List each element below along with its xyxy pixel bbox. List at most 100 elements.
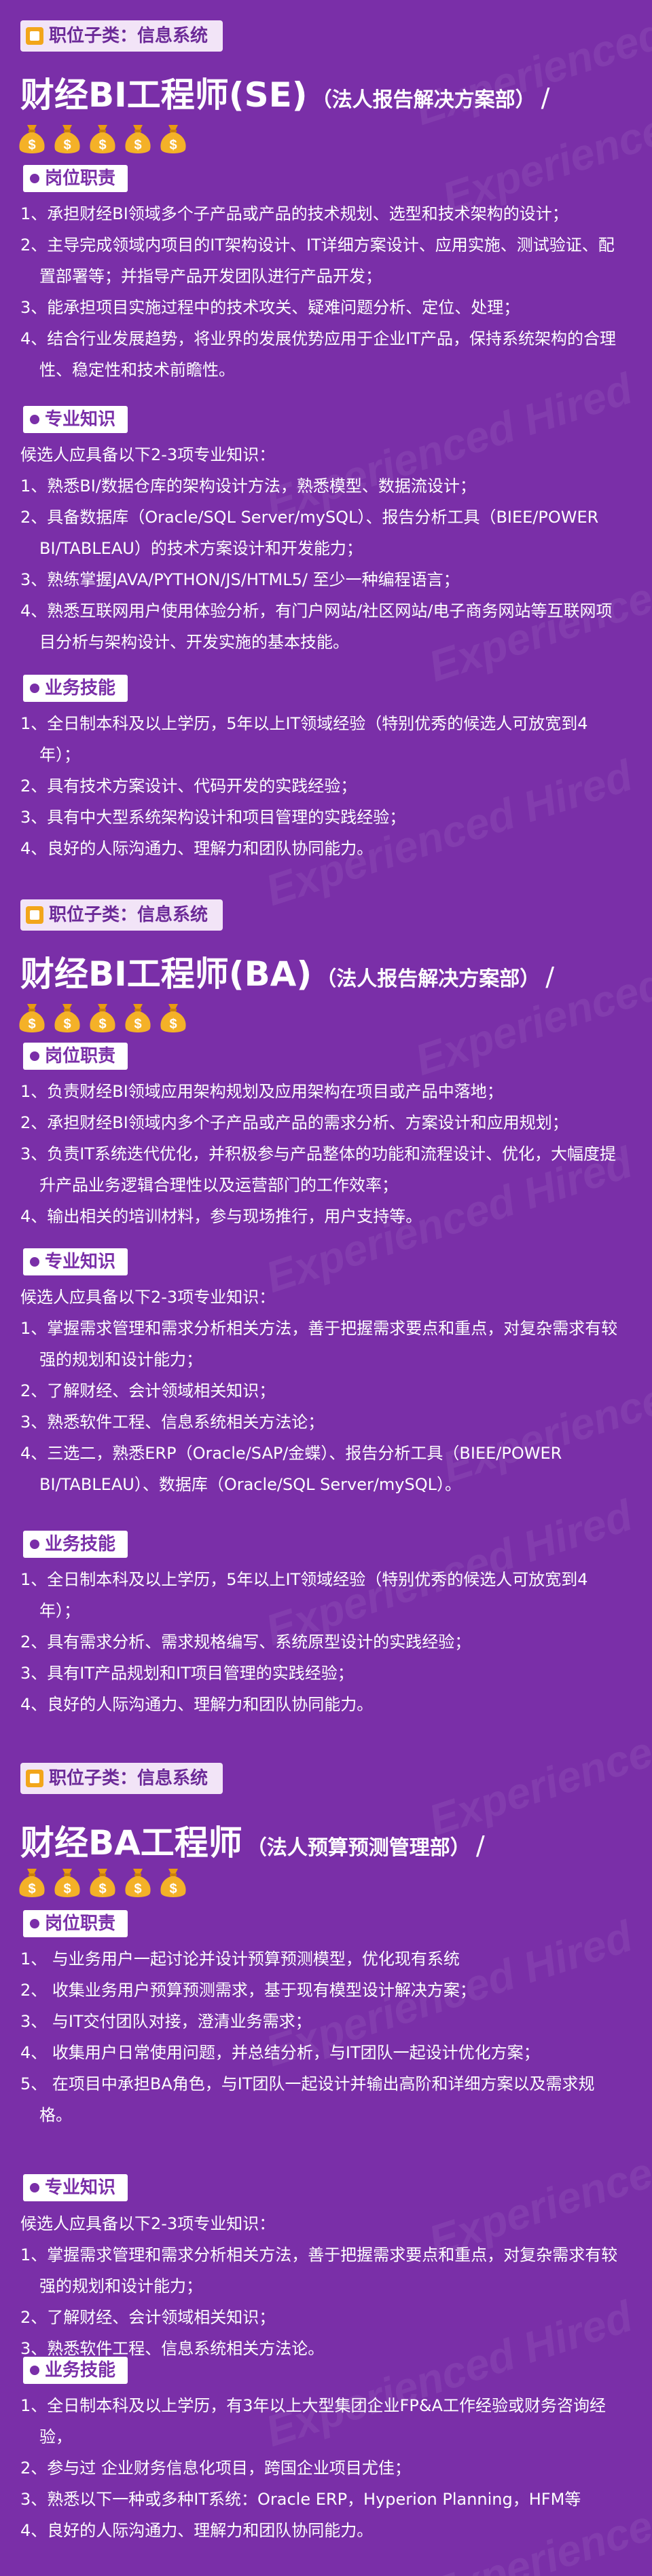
svg-text:$: $ bbox=[63, 1882, 71, 1897]
list-item: 3、熟悉软件工程、信息系统相关方法论； bbox=[20, 1413, 325, 1432]
job-subcategory-label: 职位子类：信息系统 bbox=[49, 905, 209, 925]
svg-text:$: $ bbox=[134, 1017, 141, 1032]
list-item: 3、熟练掌握JAVA/PYTHON/JS/HTML5/ 至少一种编程语言； bbox=[20, 570, 460, 589]
svg-text:$: $ bbox=[169, 1017, 177, 1032]
section-label-text: 业务技能 bbox=[45, 1534, 116, 1554]
money-bag-icon: $ bbox=[87, 1000, 118, 1035]
category-icon bbox=[26, 906, 43, 924]
section-content: 1、全日制本科及以上学历，有3年以上大型集团企业FP&A工作经验或财务咨询经验，… bbox=[20, 2390, 625, 2546]
section-label: 业务技能 bbox=[23, 675, 128, 702]
list-item: 1、掌握需求管理和需求分析相关方法，善于把握需求要点和重点，对复杂需求有较强的规… bbox=[20, 1319, 618, 1369]
section-label: 岗位职责 bbox=[23, 1910, 128, 1937]
job-title-row: 财经BA工程师 （法人预算预测管理部） / bbox=[20, 1816, 485, 1865]
list-item: 2、具有需求分析、需求规格编写、系统原型设计的实践经验； bbox=[20, 1632, 471, 1651]
svg-text:$: $ bbox=[98, 1882, 106, 1897]
section-label: 岗位职责 bbox=[23, 1043, 128, 1070]
svg-text:$: $ bbox=[63, 138, 71, 153]
salary-level-rating: $ $ $ $ $ bbox=[16, 1865, 189, 1900]
money-bag-icon: $ bbox=[158, 121, 189, 156]
svg-text:$: $ bbox=[98, 1017, 106, 1032]
svg-text:$: $ bbox=[98, 138, 106, 153]
job-title-row: 财经BI工程师(BA) （法人报告解决方案部） / bbox=[20, 947, 554, 996]
title-slash-decoration: / bbox=[475, 1831, 485, 1861]
money-bag-icon: $ bbox=[16, 121, 48, 156]
job-title: 财经BA工程师 bbox=[20, 1823, 242, 1863]
job-subcategory-tag: 职位子类：信息系统 bbox=[20, 1763, 223, 1794]
section-label-text: 业务技能 bbox=[45, 2360, 116, 2381]
svg-text:$: $ bbox=[28, 138, 35, 153]
bullet-dot-icon bbox=[30, 1257, 39, 1267]
list-item: 1、熟悉BI/数据仓库的架构设计方法，熟悉模型、数据流设计； bbox=[20, 477, 476, 496]
svg-text:$: $ bbox=[169, 1882, 177, 1897]
svg-text:$: $ bbox=[169, 138, 177, 153]
list-item: 4、熟悉互联网用户使用体验分析，有门户网站/社区网站/电子商务网站等互联网项目分… bbox=[20, 601, 613, 652]
category-icon bbox=[26, 27, 43, 45]
list-item: 3、负责IT系统迭代优化，并积极参与产品整体的功能和流程设计、优化，大幅度提升产… bbox=[20, 1144, 617, 1195]
bullet-dot-icon bbox=[30, 2183, 39, 2192]
job-subcategory-tag: 职位子类：信息系统 bbox=[20, 899, 223, 931]
svg-text:$: $ bbox=[134, 138, 141, 153]
job-title: 财经BI工程师(BA) bbox=[20, 954, 312, 994]
svg-text:$: $ bbox=[134, 1882, 141, 1897]
list-item: 2、主导完成领域内项目的IT架构设计、IT详细方案设计、应用实施、测试验证、配置… bbox=[20, 236, 615, 286]
money-bag-icon: $ bbox=[87, 121, 118, 156]
job-title-row: 财经BI工程师(SE) （法人报告解决方案部） / bbox=[20, 68, 549, 117]
list-item: 4、良好的人际沟通力、理解力和团队协同能力。 bbox=[20, 2521, 374, 2540]
list-item: 2、具备数据库（Oracle/SQL Server/mySQL）、报告分析工具（… bbox=[20, 508, 599, 558]
section-content: 候选人应具备以下2-3项专业知识： 1、掌握需求管理和需求分析相关方法，善于把握需… bbox=[20, 1282, 625, 1500]
section-label-text: 专业知识 bbox=[45, 409, 116, 430]
section-label-text: 岗位职责 bbox=[45, 168, 116, 189]
money-bag-icon: $ bbox=[122, 1000, 153, 1035]
list-item: 1、负责财经BI领域应用架构规划及应用架构在项目或产品中落地； bbox=[20, 1082, 503, 1101]
section-label: 业务技能 bbox=[23, 2357, 128, 2384]
salary-level-rating: $ $ $ $ $ bbox=[16, 1000, 189, 1035]
bullet-dot-icon bbox=[30, 1051, 39, 1061]
section-label-text: 业务技能 bbox=[45, 678, 116, 698]
section-content: 1、全日制本科及以上学历，5年以上IT领域经验（特别优秀的候选人可放宽到4年）；… bbox=[20, 1564, 625, 1720]
list-item: 4、输出相关的培训材料，参与现场推行，用户支持等。 bbox=[20, 1207, 422, 1226]
section-content: 候选人应具备以下2-3项专业知识： 1、熟悉BI/数据仓库的架构设计方法，熟悉模型… bbox=[20, 439, 625, 658]
list-item: 5、 在项目中承担BA角色，与IT团队一起设计并输出高阶和详细方案以及需求规格。 bbox=[20, 2074, 595, 2125]
section-label: 专业知识 bbox=[23, 1248, 128, 1275]
list-item: 3、 与IT交付团队对接，澄清业务需求； bbox=[20, 2012, 312, 2031]
money-bag-icon: $ bbox=[122, 121, 153, 156]
list-item: 2、具有技术方案设计、代码开发的实践经验； bbox=[20, 777, 357, 796]
money-bag-icon: $ bbox=[52, 121, 83, 156]
salary-level-rating: $ $ $ $ $ bbox=[16, 121, 189, 156]
job-title: 财经BI工程师(SE) bbox=[20, 75, 308, 115]
title-slash-decoration: / bbox=[545, 962, 555, 992]
money-bag-icon: $ bbox=[158, 1000, 189, 1035]
list-item: 2、参与过 企业财务信息化项目，跨国企业项目尤佳； bbox=[20, 2459, 411, 2478]
list-item: 1、承担财经BI领域多个子产品或产品的技术规划、选型和技术架构的设计； bbox=[20, 204, 568, 223]
money-bag-icon: $ bbox=[52, 1000, 83, 1035]
money-bag-icon: $ bbox=[52, 1865, 83, 1900]
svg-text:$: $ bbox=[28, 1017, 35, 1032]
bullet-dot-icon bbox=[30, 684, 39, 693]
section-content: 1、全日制本科及以上学历，5年以上IT领域经验（特别优秀的候选人可放宽到4年）；… bbox=[20, 708, 625, 864]
bullet-dot-icon bbox=[30, 1539, 39, 1549]
list-item: 1、掌握需求管理和需求分析相关方法，善于把握需求要点和重点，对复杂需求有较强的规… bbox=[20, 2245, 618, 2296]
list-item: 2、承担财经BI领域内多个子产品或产品的需求分析、方案设计和应用规划； bbox=[20, 1113, 568, 1132]
job-department: （法人报告解决方案部） bbox=[311, 88, 536, 112]
list-item: 1、全日制本科及以上学历，5年以上IT领域经验（特别优秀的候选人可放宽到4年）； bbox=[20, 714, 588, 764]
bullet-dot-icon bbox=[30, 174, 39, 183]
list-item: 2、了解财经、会计领域相关知识； bbox=[20, 1381, 276, 1400]
recruitment-page: 职位子类：信息系统 财经BI工程师(SE) （法人报告解决方案部） / $ $ $ $ $ 岗位职… bbox=[0, 0, 652, 2576]
section-content: 候选人应具备以下2-3项专业知识： 1、掌握需求管理和需求分析相关方法，善于把握需… bbox=[20, 2208, 625, 2364]
list-item: 3、具有IT产品规划和IT项目管理的实践经验； bbox=[20, 1664, 354, 1683]
list-item: 1、全日制本科及以上学历，有3年以上大型集团企业FP&A工作经验或财务咨询经验， bbox=[20, 2396, 606, 2446]
list-item: 3、具有中大型系统架构设计和项目管理的实践经验； bbox=[20, 808, 406, 827]
section-label: 专业知识 bbox=[23, 2174, 128, 2201]
section-content: 1、 与业务用户一起讨论并设计预算预测模型，优化现有系统 2、 收集业务用户预算预… bbox=[20, 1943, 625, 2131]
list-item: 3、能承担项目实施过程中的技术攻关、疑难问题分析、定位、处理； bbox=[20, 298, 520, 317]
category-icon bbox=[26, 1770, 43, 1787]
title-slash-decoration: / bbox=[541, 83, 550, 113]
list-item: 1、 与业务用户一起讨论并设计预算预测模型，优化现有系统 bbox=[20, 1949, 460, 1968]
section-intro: 候选人应具备以下2-3项专业知识： bbox=[20, 445, 276, 464]
list-item: 3、熟悉以下一种或多种IT系统：Oracle ERP，Hyperion Plan… bbox=[20, 2490, 581, 2509]
bullet-dot-icon bbox=[30, 2366, 39, 2375]
section-content: 1、承担财经BI领域多个子产品或产品的技术规划、选型和技术架构的设计； 2、主导完… bbox=[20, 198, 625, 386]
section-label-text: 专业知识 bbox=[45, 1252, 116, 1272]
section-label-text: 专业知识 bbox=[45, 2178, 116, 2198]
section-label: 岗位职责 bbox=[23, 165, 128, 192]
